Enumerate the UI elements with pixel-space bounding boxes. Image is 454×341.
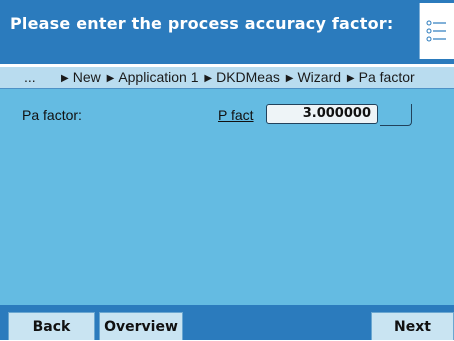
breadcrumb-path: ▶ New ▶ Application 1 ▶ DKDMeas ▶ Wizard ▶ Pa… — [59, 69, 415, 85]
breadcrumb-separator-icon: ▶ — [285, 73, 294, 84]
page-title: Please enter the process accuracy factor… — [10, 14, 394, 33]
back-button[interactable]: Back — [8, 312, 95, 340]
pa-factor-short-label: P fact — [218, 107, 254, 123]
breadcrumb-item-dkdmeas[interactable]: DKDMeas — [216, 69, 280, 85]
breadcrumb-item-new[interactable]: New — [73, 69, 101, 85]
list-menu-icon — [426, 20, 446, 42]
pa-factor-input[interactable]: 3.000000 — [266, 104, 378, 124]
pa-factor-unit-field[interactable] — [380, 104, 412, 126]
overview-button[interactable]: Overview — [99, 312, 183, 340]
content-area: Pa factor: P fact 3.000000 — [0, 89, 454, 305]
next-button[interactable]: Next — [371, 312, 454, 340]
menu-button[interactable] — [419, 3, 454, 59]
header-bar: Please enter the process accuracy factor… — [0, 0, 454, 64]
breadcrumb-ellipsis[interactable]: ... — [24, 69, 36, 85]
breadcrumb-separator-icon: ▶ — [204, 73, 213, 84]
breadcrumb-item-wizard[interactable]: Wizard — [297, 69, 341, 85]
pa-factor-label: Pa factor: — [22, 107, 82, 123]
breadcrumb-separator-icon: ▶ — [106, 73, 115, 84]
breadcrumb-item-pa-factor: Pa factor — [358, 69, 415, 85]
breadcrumb-separator-icon: ▶ — [346, 73, 355, 84]
softkey-bar: Back Overview Next — [0, 305, 454, 340]
screen: Please enter the process accuracy factor… — [0, 0, 454, 340]
breadcrumb-separator-icon: ▶ — [61, 73, 69, 84]
breadcrumb-item-application[interactable]: Application 1 — [118, 69, 198, 85]
breadcrumb: ... ▶ New ▶ Application 1 ▶ DKDMeas ▶ Wizard… — [0, 66, 454, 89]
